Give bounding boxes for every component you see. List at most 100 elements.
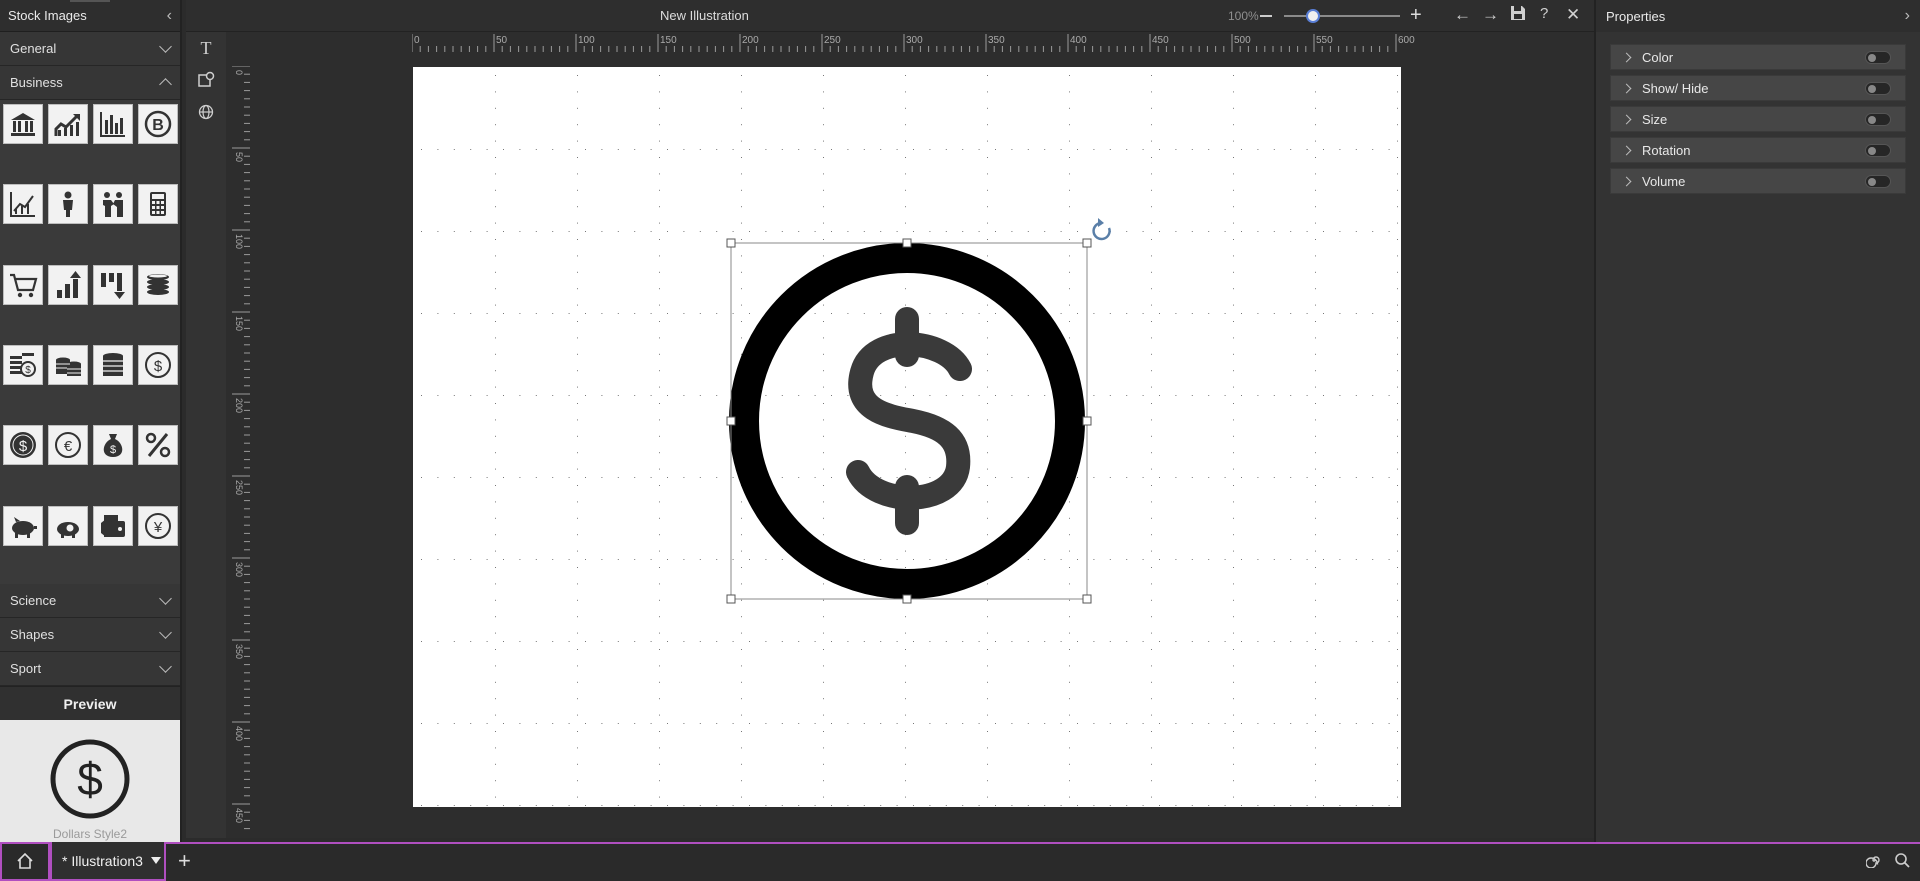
drawing-page[interactable]: [413, 67, 1401, 807]
ruler-left: 0 50 100 150 200 250 300 350 400 450: [232, 66, 250, 830]
piggy-bank-icon[interactable]: [3, 505, 43, 546]
collapse-panel-icon[interactable]: ›: [1905, 7, 1910, 25]
zoom-in-icon[interactable]: +: [1410, 4, 1422, 27]
resize-handle-ne[interactable]: [1082, 238, 1092, 248]
svg-text:€: €: [64, 438, 73, 455]
growth-chart-icon[interactable]: [48, 104, 88, 144]
collapse-panel-icon[interactable]: ‹: [167, 7, 172, 25]
preview-title: Preview: [0, 686, 180, 720]
resize-handle-sw[interactable]: [726, 594, 736, 604]
category-label: General: [10, 41, 57, 56]
zoom-percentage: 100%: [1228, 8, 1259, 23]
bitcoin-icon[interactable]: B: [138, 104, 178, 144]
ruler-label: 50: [234, 152, 244, 162]
wallet-icon[interactable]: [93, 505, 133, 546]
property-show-hide[interactable]: Show/ Hide: [1610, 75, 1906, 101]
resize-handle-nw[interactable]: [726, 238, 736, 248]
home-icon: [17, 852, 33, 869]
line-chart-icon[interactable]: [3, 184, 43, 225]
business-icon-grid: B $ $ $ € $ ¥: [0, 100, 180, 584]
bank-icon[interactable]: [3, 104, 43, 144]
close-icon[interactable]: ✕: [1566, 5, 1580, 25]
percent-icon[interactable]: [138, 425, 178, 466]
coin-stack-icon[interactable]: [138, 264, 178, 305]
property-volume[interactable]: Volume: [1610, 168, 1906, 194]
money-bag-icon[interactable]: $: [93, 425, 133, 466]
money-stack-icon[interactable]: $: [3, 344, 43, 385]
resize-handle-n[interactable]: [902, 238, 912, 248]
home-button[interactable]: [0, 842, 50, 881]
category-label: Shapes: [10, 627, 55, 642]
document-tab-label: * Illustration3: [62, 852, 143, 869]
zoom-slider[interactable]: [1284, 15, 1400, 17]
cart-icon[interactable]: [3, 264, 43, 305]
svg-text:¥: ¥: [153, 519, 163, 536]
globe-icon[interactable]: [186, 96, 226, 128]
add-tab-icon[interactable]: +: [178, 848, 191, 874]
canvas-area[interactable]: 0 50 100 150 200 250 300 350 400 450 500 550 600 0 50…: [226, 32, 1594, 838]
property-toggle[interactable]: [1865, 144, 1891, 157]
redo-icon[interactable]: →: [1482, 5, 1499, 25]
euro-icon[interactable]: €: [48, 425, 88, 466]
property-toggle[interactable]: [1865, 113, 1891, 126]
bars-down-icon[interactable]: [93, 264, 133, 305]
document-tab[interactable]: * Illustration3: [50, 842, 166, 881]
panel-grip[interactable]: [70, 0, 110, 2]
text-tool-icon[interactable]: T: [186, 32, 226, 64]
property-toggle[interactable]: [1865, 175, 1891, 188]
save-icon[interactable]: [1510, 5, 1526, 26]
ruler-label: 300: [906, 35, 923, 46]
resize-handle-se[interactable]: [1082, 594, 1092, 604]
resize-handle-e[interactable]: [1082, 416, 1092, 426]
property-toggle[interactable]: [1865, 82, 1891, 95]
dollar-filled-icon[interactable]: $: [3, 425, 43, 466]
property-color[interactable]: Color: [1610, 44, 1906, 70]
property-rotation[interactable]: Rotation: [1610, 137, 1906, 163]
properties-title: Properties: [1606, 8, 1666, 24]
businessman-icon[interactable]: [48, 184, 88, 225]
property-label: Size: [1642, 111, 1668, 127]
dollar-circle-icon[interactable]: $: [138, 344, 178, 385]
coin-pile-icon[interactable]: [93, 344, 133, 385]
yen-icon[interactable]: ¥: [138, 505, 178, 546]
category-label: Science: [10, 593, 57, 608]
rotate-handle-icon[interactable]: [1092, 218, 1111, 241]
chevron-down-icon: [159, 591, 172, 605]
shape-tool-icon[interactable]: [186, 64, 226, 96]
title-bar: New Illustration 100% + ← → ? ✕: [186, 0, 1594, 32]
category-science[interactable]: Science: [0, 584, 180, 618]
zoom-out-icon[interactable]: [1260, 15, 1272, 17]
svg-text:$: $: [77, 753, 103, 805]
ruler-label: 450: [1152, 35, 1169, 46]
spiral-icon[interactable]: [1865, 852, 1882, 873]
resize-handle-s[interactable]: [902, 594, 912, 604]
undo-icon[interactable]: ←: [1454, 5, 1471, 25]
handshake-icon[interactable]: [93, 184, 133, 225]
ruler-label: 350: [234, 644, 244, 659]
piggy-coin-icon[interactable]: [48, 505, 88, 546]
resize-handle-w[interactable]: [726, 416, 736, 426]
category-sport[interactable]: Sport: [0, 652, 180, 686]
search-icon[interactable]: [1894, 852, 1910, 873]
coins-icon[interactable]: [48, 344, 88, 385]
calculator-icon[interactable]: [138, 184, 178, 225]
stock-images-header: Stock Images ‹: [0, 0, 180, 32]
property-size[interactable]: Size: [1610, 106, 1906, 132]
category-shapes[interactable]: Shapes: [0, 618, 180, 652]
help-icon[interactable]: ?: [1540, 5, 1548, 22]
bars-up-icon[interactable]: [48, 264, 88, 305]
zoom-slider-handle[interactable]: [1306, 9, 1320, 23]
dollar-illustration[interactable]: [729, 243, 1085, 599]
bar-chart-icon[interactable]: [93, 104, 133, 144]
property-toggle[interactable]: [1865, 51, 1891, 64]
category-business[interactable]: Business: [0, 66, 180, 100]
chevron-right-icon: [1621, 176, 1632, 186]
chevron-right-icon: [1621, 114, 1632, 124]
category-general[interactable]: General: [0, 32, 180, 66]
ruler-label: 250: [824, 35, 841, 46]
svg-text:$: $: [25, 365, 31, 376]
tab-dropdown-icon[interactable]: [150, 857, 161, 864]
preview-name: Dollars Style2: [52, 827, 128, 841]
chevron-right-icon: [1621, 52, 1632, 62]
ruler-label: 100: [578, 35, 595, 46]
